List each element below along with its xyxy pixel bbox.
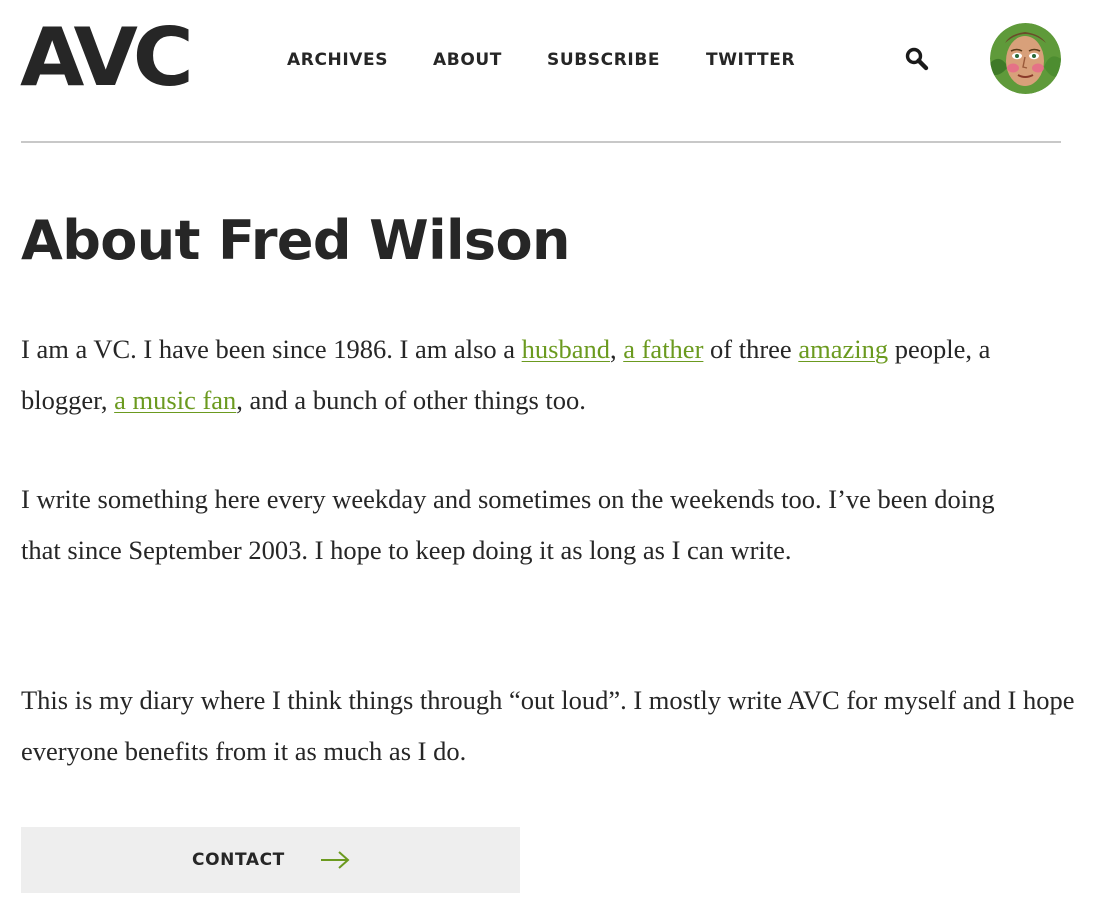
intro-text-1: I am a VC. I have been since 1986. I am … (21, 334, 522, 364)
intro-text-3: of three (703, 334, 799, 364)
header-divider (21, 141, 1061, 143)
avatar[interactable] (990, 23, 1061, 94)
writing-paragraph: I write something here every weekday and… (21, 484, 995, 565)
page-title: About Fred Wilson (21, 209, 570, 272)
intro-text-2: , (609, 334, 624, 364)
site-header: AVC ARCHIVES ABOUT SUBSCRIBE TWITTER (0, 0, 1093, 142)
link-music-fan[interactable]: a music fan (114, 385, 236, 415)
site-logo[interactable]: AVC (20, 14, 194, 102)
nav-about[interactable]: ABOUT (433, 48, 502, 72)
page: AVC ARCHIVES ABOUT SUBSCRIBE TWITTER Abo… (0, 0, 1093, 910)
contact-button[interactable]: CONTACT (21, 827, 520, 893)
nav-subscribe[interactable]: SUBSCRIBE (547, 48, 660, 72)
contact-label: CONTACT (192, 850, 285, 870)
intro-text-5: , and a bunch of other things too. (236, 385, 586, 415)
search-icon[interactable] (904, 46, 930, 72)
link-amazing[interactable]: amazing (798, 334, 888, 364)
intro-paragraph: I am a VC. I have been since 1986. I am … (21, 324, 1081, 426)
link-a-father[interactable]: a father (623, 334, 703, 364)
nav-twitter[interactable]: TWITTER (706, 48, 795, 72)
diary-paragraph: This is my diary where I think things th… (21, 685, 1075, 766)
link-husband[interactable]: husband (522, 334, 610, 364)
arrow-right-icon (320, 848, 351, 872)
nav-archives[interactable]: ARCHIVES (287, 48, 388, 72)
